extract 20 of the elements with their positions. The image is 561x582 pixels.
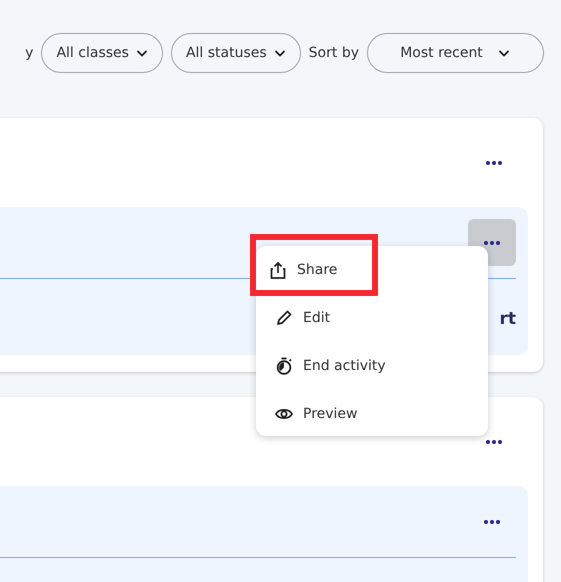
chevron-down-icon (496, 48, 511, 58)
menu-item[interactable]: End activity (256, 342, 488, 390)
pencil-icon (274, 309, 294, 327)
sort-label: Sort by (308, 45, 359, 61)
sort-dropdown[interactable]: Most recent (367, 33, 544, 73)
chevron-down-icon (274, 48, 286, 58)
panel-link[interactable]: rt (499, 309, 516, 329)
more-icon (483, 518, 501, 524)
menu-item[interactable]: Preview (256, 390, 488, 438)
more-icon (483, 240, 501, 246)
menu-item[interactable]: Share (256, 240, 372, 290)
stopwatch-icon (274, 357, 294, 375)
share-icon (268, 261, 288, 279)
filter-label: y (25, 45, 34, 61)
chevron-down-icon (136, 48, 148, 58)
more-icon (485, 438, 503, 444)
filter-dropdown[interactable]: All classes (41, 33, 163, 73)
filter-dropdown[interactable]: All statuses (170, 33, 301, 73)
menu-item[interactable]: Edit (256, 294, 488, 342)
more-icon (485, 160, 503, 166)
